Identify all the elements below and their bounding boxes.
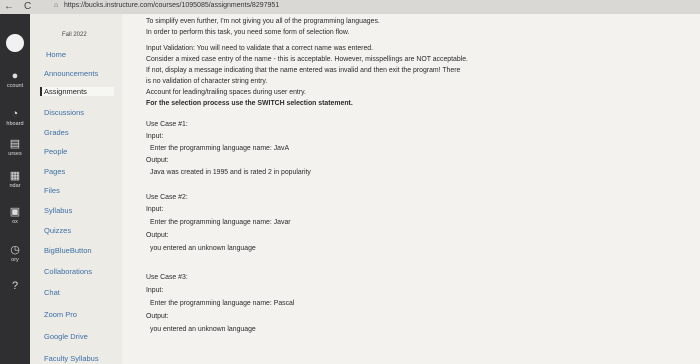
- global-nav-label: ndar: [9, 183, 21, 189]
- validation-line: Input Validation: You will need to valid…: [146, 45, 374, 52]
- global-nav: ● ccount ◔ hboard ▤ urses ▦ ndar ▣ ox ◷ …: [0, 14, 30, 364]
- use-case-output-label: Output:: [146, 157, 169, 164]
- course-nav-home[interactable]: Home: [46, 50, 66, 59]
- back-icon[interactable]: ←: [4, 1, 14, 12]
- assignment-content: To simplify even further, I'm not giving…: [122, 14, 700, 364]
- use-case-title: Use Case #3:: [146, 274, 188, 281]
- course-nav-assignments[interactable]: Assignments: [40, 87, 114, 96]
- history-icon: ◷: [10, 244, 20, 256]
- use-case-prompt: Enter the programming language name: Jav…: [150, 145, 290, 152]
- courses-icon: ▤: [9, 138, 21, 150]
- global-nav-account[interactable]: ● ccount: [0, 70, 30, 89]
- address-bar[interactable]: https://bucks.instructure.com/courses/10…: [64, 2, 279, 9]
- use-case-output-label: Output:: [146, 232, 169, 239]
- course-nav-bigbluebutton[interactable]: BigBlueButton: [44, 246, 92, 255]
- course-nav-files[interactable]: Files: [44, 186, 60, 195]
- use-case-prompt: Enter the programming language name: Pas…: [150, 300, 295, 307]
- dashboard-icon: ◔: [11, 108, 19, 120]
- course-nav-discussions[interactable]: Discussions: [44, 108, 84, 117]
- use-case-title: Use Case #1:: [146, 121, 188, 128]
- account-icon: ●: [11, 70, 19, 82]
- calendar-icon: ▦: [9, 170, 21, 182]
- switch-instruction: For the selection process use the SWITCH…: [146, 100, 353, 107]
- use-case-output: Java was created in 1995 and is rated 2 …: [150, 169, 311, 176]
- course-nav: Fall 2022 Home Announcements Assignments…: [30, 14, 122, 364]
- course-nav-announcements[interactable]: Announcements: [44, 69, 98, 78]
- validation-line: Account for leading/trailing spaces duri…: [146, 89, 306, 96]
- global-nav-courses[interactable]: ▤ urses: [0, 138, 30, 157]
- course-nav-faculty-syllabus[interactable]: Faculty Syllabus: [44, 354, 99, 363]
- validation-line: If not, display a message indicating tha…: [146, 67, 461, 74]
- validation-line: Consider a mixed case entry of the name …: [146, 56, 468, 63]
- validation-line: is no validation of character string ent…: [146, 78, 268, 85]
- course-nav-chat[interactable]: Chat: [44, 288, 60, 297]
- course-term: Fall 2022: [62, 32, 87, 38]
- use-case-output-label: Output:: [146, 313, 169, 320]
- global-nav-dashboard[interactable]: ◔ hboard: [0, 108, 30, 127]
- course-nav-collaborations[interactable]: Collaborations: [44, 267, 92, 276]
- inbox-icon: ▣: [9, 206, 21, 218]
- global-nav-label: ccount: [6, 83, 24, 89]
- global-nav-logo[interactable]: [0, 34, 30, 52]
- global-nav-label: ox: [12, 219, 18, 225]
- use-case-title: Use Case #2:: [146, 194, 188, 201]
- intro-line: To simplify even further, I'm not giving…: [146, 18, 380, 25]
- help-icon: ?: [11, 280, 19, 292]
- use-case-output: you entered an unknown language: [150, 245, 256, 252]
- course-nav-quizzes[interactable]: Quizzes: [44, 226, 71, 235]
- use-case-input-label: Input:: [146, 206, 164, 213]
- global-nav-history[interactable]: ◷ ory: [0, 244, 30, 263]
- global-nav-inbox[interactable]: ▣ ox: [0, 206, 30, 225]
- lock-icon: ⌂: [54, 2, 59, 9]
- use-case-output: you entered an unknown language: [150, 326, 256, 333]
- course-nav-zoom-pro[interactable]: Zoom Pro: [44, 310, 77, 319]
- course-nav-grades[interactable]: Grades: [44, 128, 69, 137]
- use-case-input-label: Input:: [146, 133, 164, 140]
- use-case-input-label: Input:: [146, 287, 164, 294]
- use-case-prompt: Enter the programming language name: Jav…: [150, 219, 291, 226]
- global-nav-label: hboard: [6, 121, 24, 127]
- course-nav-people[interactable]: People: [44, 147, 67, 156]
- browser-toolbar: ← C ⌂ https://bucks.instructure.com/cour…: [0, 0, 700, 15]
- intro-line: In order to perform this task, you need …: [146, 29, 350, 36]
- global-nav-label: ory: [11, 257, 19, 263]
- reload-icon[interactable]: C: [24, 1, 31, 12]
- global-nav-calendar[interactable]: ▦ ndar: [0, 170, 30, 189]
- global-nav-label: urses: [8, 151, 22, 157]
- global-nav-help[interactable]: ?: [0, 280, 30, 292]
- course-nav-google-drive[interactable]: Google Drive: [44, 332, 88, 341]
- canvas-logo-icon: [6, 34, 24, 52]
- course-nav-syllabus[interactable]: Syllabus: [44, 206, 72, 215]
- course-nav-pages[interactable]: Pages: [44, 167, 65, 176]
